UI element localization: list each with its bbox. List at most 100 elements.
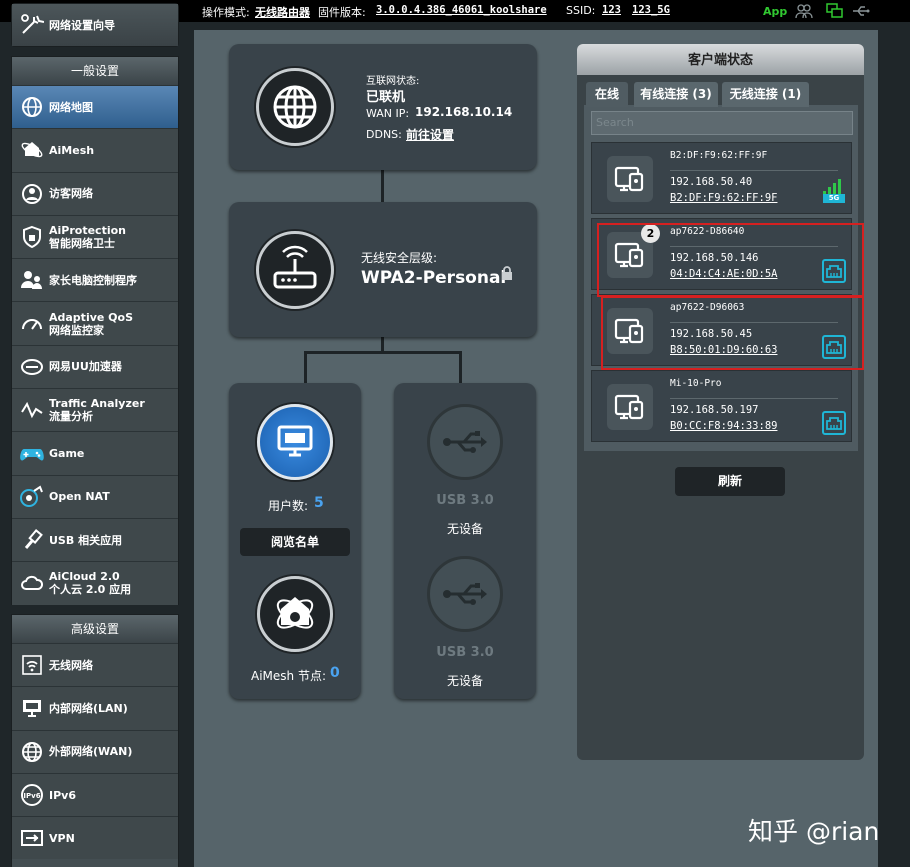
app-link[interactable]: App [763, 5, 787, 18]
ddns-setup-link[interactable]: 前往设置 [406, 126, 454, 143]
connector-line [459, 351, 462, 383]
sidebar-item-guest-network[interactable]: 访客网络 [12, 171, 178, 215]
ssid-link-5g[interactable]: 123_5G [632, 4, 670, 16]
tab-wired[interactable]: 有线连接 (3) [634, 82, 718, 107]
usb-port-1-status: 无设备 [446, 522, 483, 536]
sidebar-item-label: AiCloud 2.0 个人云 2.0 应用 [49, 570, 131, 596]
client-name[interactable]: Mi-10-Pro [670, 378, 721, 389]
firmware-link[interactable]: 3.0.0.4.386_46061_koolshare [376, 4, 547, 16]
operation-mode-label: 操作模式: [202, 6, 250, 19]
client-row[interactable]: B2:DF:F9:62:FF:9F 192.168.50.40 B2:DF:F9:6… [591, 142, 852, 214]
sidebar-item-traffic[interactable]: Traffic Analyzer 流量分析 [12, 388, 178, 432]
operation-mode-link[interactable]: 无线路由器 [255, 4, 310, 20]
wan-ip-label: WAN IP: [366, 107, 410, 120]
client-device-icon[interactable] [607, 156, 653, 202]
sidebar-item-cloud[interactable]: AiCloud 2.0 个人云 2.0 应用 [12, 561, 178, 605]
client-name[interactable]: B2:DF:F9:62:FF:9F [670, 150, 767, 161]
internet-status-value: 已联机 [366, 90, 406, 105]
client-row[interactable]: Mi-10-Pro 192.168.50.197 B0:CC:F8:94:33:89 [591, 370, 852, 442]
vpn-icon [18, 824, 46, 852]
network-setup-wizard[interactable]: 网络设置向导 [11, 3, 179, 47]
usb-port-2-status: 无设备 [446, 674, 483, 688]
sidebar-item-label-line1: 无线网络 [49, 658, 93, 672]
tab-online[interactable]: 在线 [586, 82, 628, 107]
sidebar-item-ipv6[interactable]: IPv6 IPv6 [12, 772, 178, 817]
sidebar-item-label: 内部网络(LAN) [49, 702, 128, 715]
firmware-label: 固件版本: [318, 6, 366, 19]
ssid-label: SSID: [566, 4, 596, 17]
sidebar-item-aimesh[interactable]: AiMesh [12, 128, 178, 172]
wan-icon [18, 738, 46, 766]
globe-icon[interactable] [256, 68, 334, 146]
usb-port-2-icon[interactable] [427, 556, 503, 632]
aimesh-node-label: AiMesh 节点: [251, 669, 326, 683]
sidebar-item-lan[interactable]: 内部网络(LAN) [12, 686, 178, 730]
clients-box: 用户数: 5 阅览名单 AiMesh 节点: 0 [229, 383, 361, 699]
sidebar-item-uu[interactable]: 网易UU加速器 [12, 344, 178, 389]
users-icon[interactable] [795, 3, 813, 19]
gamepad-icon [18, 440, 46, 468]
clients-label: 用户数: [268, 499, 309, 513]
sidebar-item-label: AiMesh [49, 144, 94, 157]
guest-network-icon [18, 180, 46, 208]
sidebar-item-parental[interactable]: 家长电脑控制程序 [12, 258, 178, 302]
advanced-settings-menu: 高级设置 无线网络内部网络(LAN) 外部网络(WAN) IPv6 IPv6 VPN [11, 614, 179, 867]
internet-status-label: 互联网状态: [366, 76, 420, 87]
client-mac-link[interactable]: B2:DF:F9:62:FF:9F [670, 192, 777, 204]
sidebar-item-globe[interactable]: 网络地图 [12, 85, 178, 129]
computer-icon[interactable] [257, 404, 333, 480]
usb-port-1-label: USB 3.0 [436, 493, 494, 508]
sidebar-item-label-line2: 网络监控家 [49, 323, 104, 337]
sidebar-item-gamepad[interactable]: Game [12, 431, 178, 475]
router-status-box[interactable]: 无线安全层级: WPA2-Personal [229, 202, 537, 337]
advanced-settings-header: 高级设置 [12, 615, 178, 643]
usb-port-1-icon[interactable] [427, 404, 503, 480]
sidebar-item-label-line1: AiProtection [49, 224, 126, 238]
uu-icon [18, 353, 46, 381]
sidebar-item-label-line2: 个人云 2.0 应用 [49, 583, 132, 597]
sidebar-item-vpn[interactable]: VPN [12, 816, 178, 860]
sidebar-item-gauge[interactable]: Adaptive QoS 网络监控家 [12, 301, 178, 345]
ddns-label: DDNS: [366, 128, 402, 141]
ethernet-icon [822, 411, 846, 435]
highlight-box [597, 223, 864, 297]
aimesh-node-icon[interactable] [257, 576, 333, 652]
aimesh-node-count[interactable]: 0 [330, 665, 340, 681]
sidebar-item-label-line2: 流量分析 [49, 410, 93, 424]
usb-port-2-label: USB 3.0 [436, 645, 494, 660]
wizard-icon [18, 11, 46, 39]
sidebar-item-usb[interactable]: USB 相关应用 [12, 517, 178, 562]
usb-box: USB 3.0 无设备 USB 3.0 无设备 [394, 383, 536, 699]
sidebar-item-label-line1: Adaptive QoS [49, 310, 134, 324]
sidebar-item-open-nat[interactable]: Open NAT [12, 474, 178, 518]
client-search-input[interactable]: Search [591, 111, 853, 135]
wifi-band-label: 5G [823, 194, 845, 203]
divider [670, 398, 838, 399]
internet-status-box[interactable]: 互联网状态: 已联机 WAN IP: 192.168.10.14 DDNS: 前… [229, 44, 537, 170]
sidebar-item-label-line1: 外部网络(WAN) [49, 745, 133, 759]
sidebar-item-label: IPv6 [49, 789, 76, 802]
usb-status-icon[interactable] [852, 3, 870, 19]
client-device-icon[interactable] [607, 384, 653, 430]
sidebar-item-wifi[interactable]: 无线网络 [12, 643, 178, 687]
sidebar-item-label: Traffic Analyzer 流量分析 [49, 397, 145, 423]
sidebar-item-label: 访客网络 [49, 187, 93, 200]
refresh-button[interactable]: 刷新 [675, 467, 785, 496]
open-nat-icon [18, 483, 46, 511]
router-icon[interactable] [256, 231, 334, 309]
wizard-label: 网络设置向导 [49, 18, 115, 32]
general-settings-menu: 一般设置 网络地图 AiMesh 访客网络 AiProtection 智能网络卫士 家长电… [11, 56, 179, 605]
network-status-icon[interactable] [826, 3, 844, 19]
sidebar-item-label-line1: VPN [49, 831, 75, 845]
aimesh-icon [18, 136, 46, 164]
tab-wireless[interactable]: 无线连接 (1) [722, 82, 809, 107]
ssid-link-2g[interactable]: 123 [602, 4, 621, 16]
lan-icon [18, 694, 46, 722]
view-list-button[interactable]: 阅览名单 [240, 528, 350, 556]
sidebar-item-shield[interactable]: AiProtection 智能网络卫士 [12, 214, 178, 259]
sidebar-item-wan[interactable]: 外部网络(WAN) [12, 729, 178, 773]
client-mac-link[interactable]: B0:CC:F8:94:33:89 [670, 420, 777, 432]
client-ip: 192.168.50.40 [670, 176, 753, 188]
parental-icon [18, 266, 46, 294]
clients-count[interactable]: 5 [314, 495, 324, 511]
